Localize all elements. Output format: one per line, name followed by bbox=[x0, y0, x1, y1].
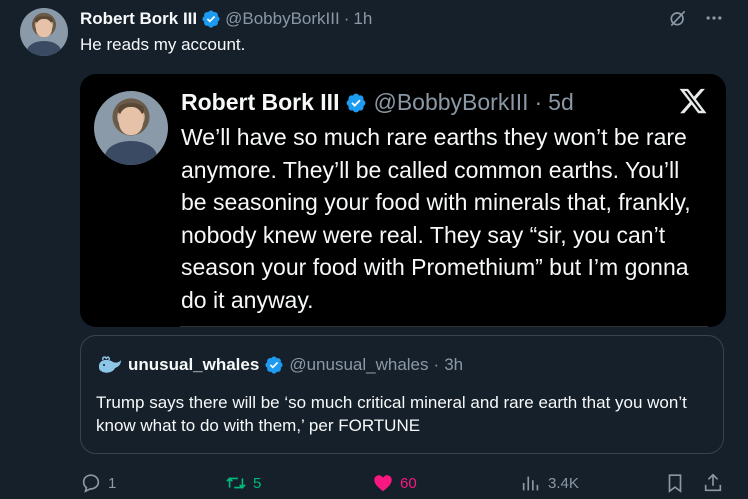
verified-badge-icon bbox=[265, 356, 283, 374]
embedded-header: Robert Bork III @BobbyBorkIII · 5d bbox=[181, 89, 574, 116]
embedded-avatar bbox=[94, 91, 168, 165]
tweet-top-icons bbox=[668, 8, 724, 28]
quoted-time[interactable]: 3h bbox=[444, 355, 463, 375]
reply-icon bbox=[82, 474, 100, 493]
reply-count: 1 bbox=[108, 474, 117, 492]
like-icon bbox=[374, 475, 392, 492]
quoted-header: unusual_whales @unusual_whales · 3h bbox=[97, 354, 463, 376]
more-icon[interactable] bbox=[704, 8, 724, 28]
embedded-divider bbox=[180, 326, 708, 327]
verified-badge-icon bbox=[202, 10, 220, 28]
share-button[interactable] bbox=[702, 472, 724, 494]
tweet-media-image[interactable]: Robert Bork III @BobbyBorkIII · 5d We’ll… bbox=[80, 74, 726, 327]
x-logo-icon bbox=[679, 88, 707, 114]
like-button[interactable]: 60 bbox=[372, 472, 417, 494]
whale-icon bbox=[99, 356, 121, 373]
action-bar: 1 5 60 3.4K bbox=[80, 472, 726, 496]
grok-icon[interactable] bbox=[668, 8, 688, 28]
quoted-author-name[interactable]: unusual_whales bbox=[128, 355, 259, 375]
author-name[interactable]: Robert Bork III bbox=[80, 9, 197, 29]
quoted-text: Trump says there will be ‘so much critic… bbox=[96, 393, 687, 435]
author-handle[interactable]: @BobbyBorkIII bbox=[225, 9, 340, 29]
quoted-handle[interactable]: @unusual_whales bbox=[289, 355, 428, 375]
repost-icon bbox=[226, 477, 246, 489]
repost-count: 5 bbox=[253, 474, 262, 492]
bookmark-button[interactable] bbox=[664, 472, 686, 494]
views-button[interactable]: 3.4K bbox=[520, 472, 579, 494]
views-count: 3.4K bbox=[548, 474, 579, 492]
embedded-author-name: Robert Bork III bbox=[181, 89, 340, 115]
like-count: 60 bbox=[400, 474, 417, 492]
share-icon bbox=[704, 473, 722, 492]
views-icon bbox=[522, 476, 539, 491]
reply-button[interactable]: 1 bbox=[80, 472, 116, 494]
tweet-text: He reads my account. bbox=[80, 35, 246, 54]
author-avatar[interactable] bbox=[20, 8, 68, 56]
bookmark-icon bbox=[668, 474, 682, 493]
embedded-handle: @BobbyBorkIII bbox=[373, 89, 529, 115]
repost-button[interactable]: 5 bbox=[225, 472, 261, 494]
quoted-separator: · bbox=[433, 355, 440, 374]
embedded-time: 5d bbox=[548, 89, 574, 115]
embedded-text: We’ll have so much rare earths they won’… bbox=[181, 124, 691, 313]
tweet-header: Robert Bork III @BobbyBorkIII · 1h bbox=[80, 8, 372, 30]
header-separator: · bbox=[343, 9, 350, 28]
tweet-time[interactable]: 1h bbox=[353, 9, 372, 29]
verified-badge-icon bbox=[347, 93, 366, 112]
quoted-tweet[interactable]: unusual_whales @unusual_whales · 3h Trum… bbox=[80, 335, 724, 454]
embedded-separator: · bbox=[534, 89, 543, 115]
